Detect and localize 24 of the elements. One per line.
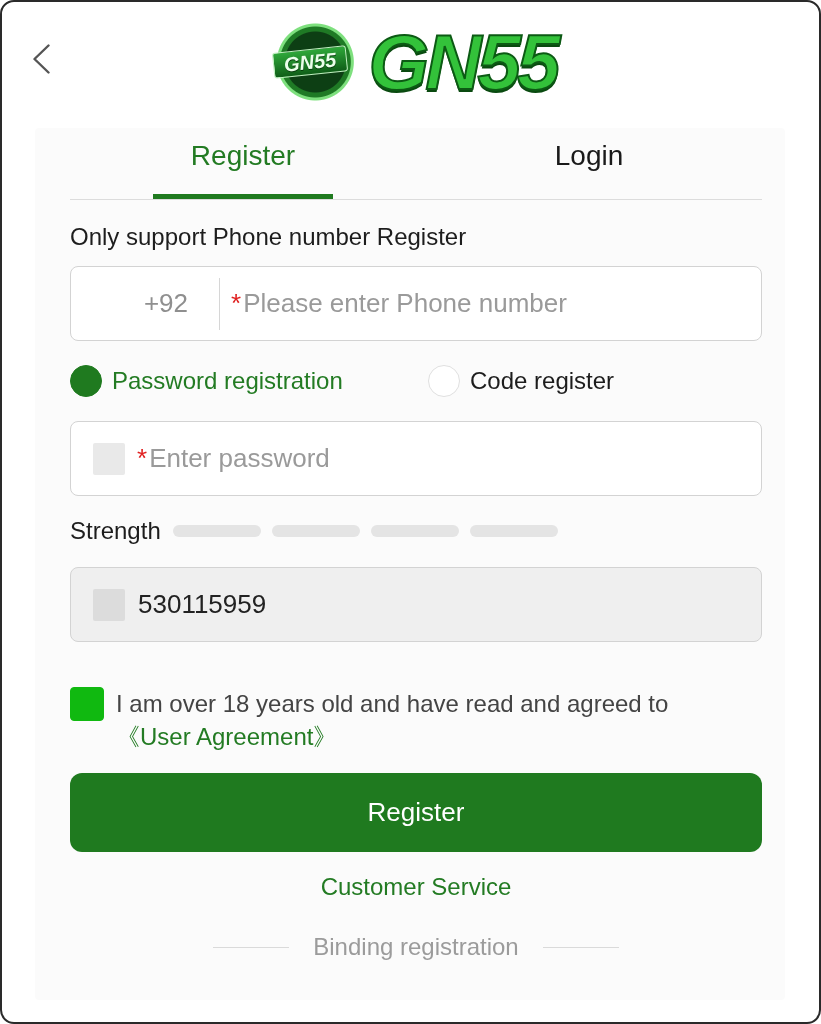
strength-label: Strength xyxy=(70,517,161,545)
notice-text: Only support Phone number Register xyxy=(70,222,468,252)
tab[interactable]: Login xyxy=(416,128,762,199)
user-agreement-link[interactable]: 《User Agreement》 xyxy=(116,723,338,750)
radio-button[interactable] xyxy=(70,365,102,397)
radio-label[interactable]: Code register xyxy=(470,366,615,396)
phone-input[interactable]: Please enter Phone number xyxy=(243,284,761,323)
agreement-text: I am over 18 years old and have read and agreed to 《User Agreement》 xyxy=(116,689,670,752)
country-code[interactable]: +92 xyxy=(71,284,219,323)
required-mark: * xyxy=(137,442,148,475)
chevron-left-icon xyxy=(32,44,50,74)
customer-service-link[interactable]: Customer Service xyxy=(320,873,512,900)
number-input[interactable]: 530115959 xyxy=(138,585,761,624)
agreement-checkbox[interactable] xyxy=(70,687,104,721)
password-field[interactable]: *Enter password xyxy=(70,421,762,496)
password-input[interactable]: Enter password xyxy=(149,439,761,478)
logo-ribbon-text: GN55 xyxy=(272,45,349,79)
logo-wordmark: GN55 xyxy=(368,22,560,102)
number-field[interactable]: 530115959 xyxy=(70,567,762,642)
binding-registration-link[interactable]: Binding registration xyxy=(313,932,519,962)
radio-label[interactable]: Password registration xyxy=(112,366,343,396)
required-mark: * xyxy=(231,287,242,320)
phone-field[interactable]: +92 *Please enter Phone number xyxy=(70,266,762,341)
register-button[interactable]: Register xyxy=(70,773,762,852)
